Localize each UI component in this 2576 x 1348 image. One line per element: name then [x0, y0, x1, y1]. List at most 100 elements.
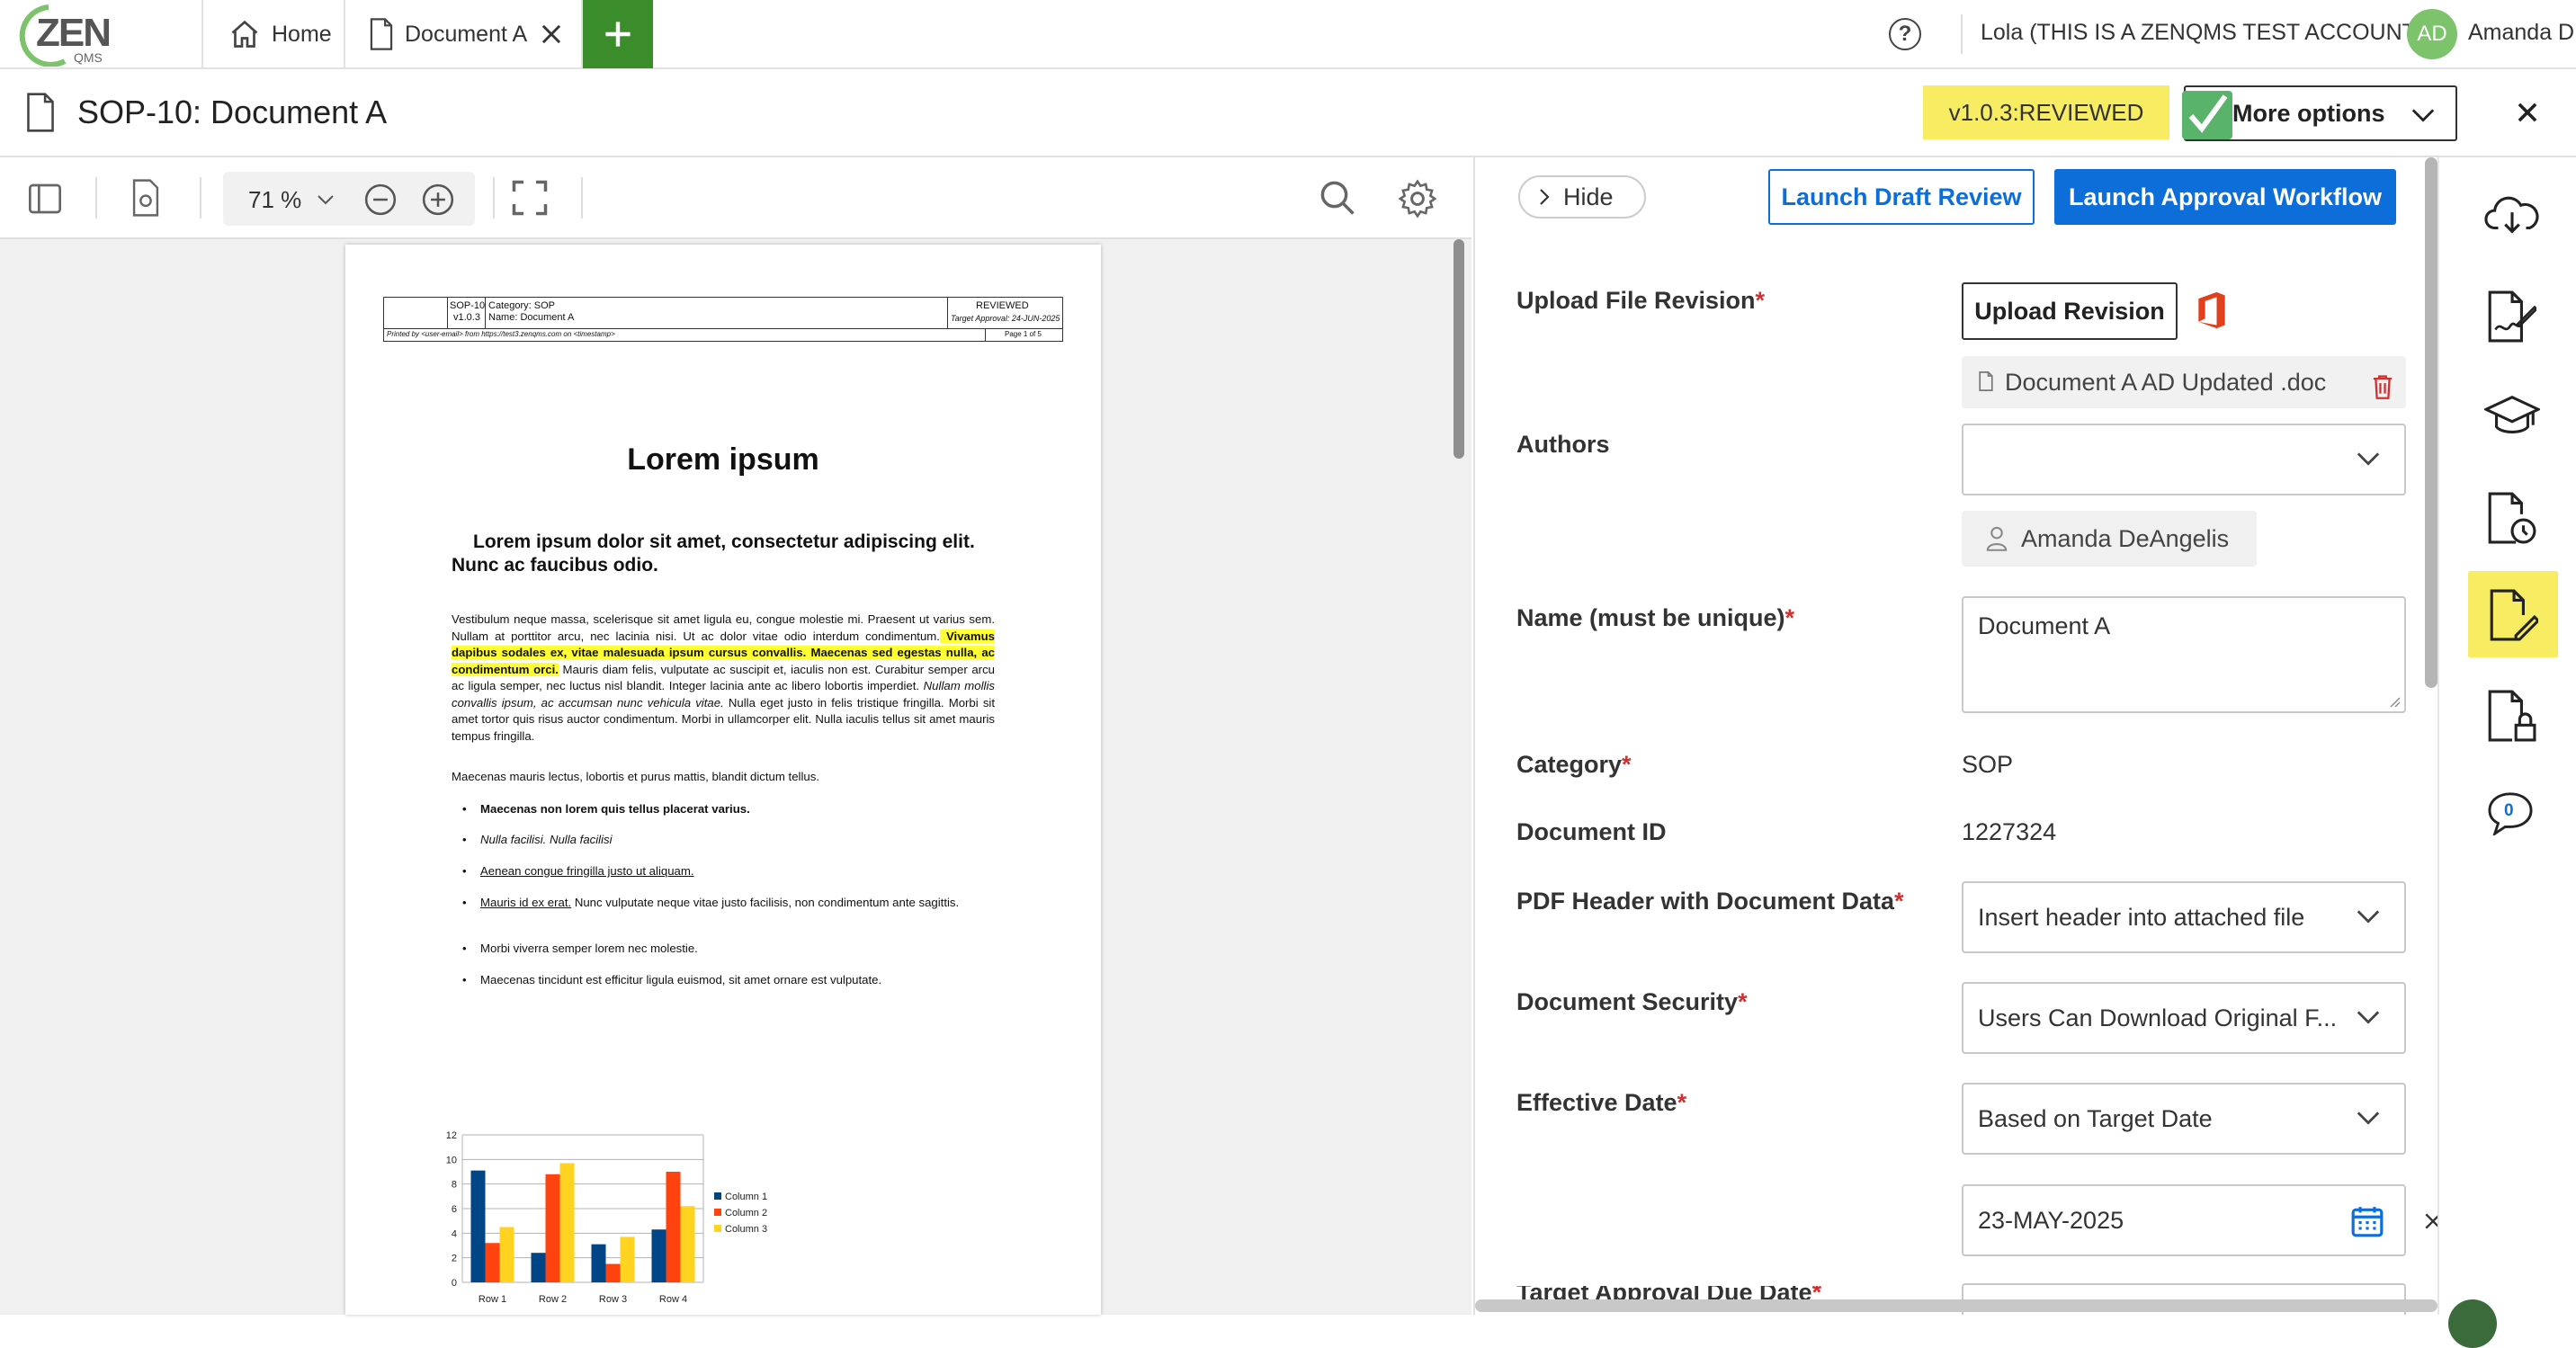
- date-input[interactable]: 23-MAY-2025: [1962, 1184, 2406, 1256]
- zoom-control: 71 %: [223, 172, 475, 226]
- chart-x-tick-label: Row 1: [479, 1294, 506, 1305]
- pdf-bullet: • Mauris id ex erat. Nunc vulputate neque…: [462, 896, 960, 909]
- name-textarea[interactable]: Document A: [1962, 596, 2406, 713]
- pdf-header-select[interactable]: Insert header into attached file: [1962, 881, 2406, 953]
- gear-icon[interactable]: [1398, 179, 1437, 219]
- pdf-header-version: v1.0.3: [453, 312, 480, 323]
- chart-y-tick-label: 10: [446, 1155, 457, 1165]
- panel-scrollbar-thumb[interactable]: [2425, 157, 2437, 688]
- chevron-down-icon: [2357, 910, 2380, 924]
- pdf-header-table: SOP-10 v1.0.3 Category: SOP Name: Docume…: [383, 297, 1063, 342]
- floating-action-partial[interactable]: [2448, 1299, 2497, 1348]
- pdf-header-category: Category: SOP: [488, 300, 555, 311]
- pdf-bullet: • Maecenas tincidunt est efficitur ligula…: [462, 973, 882, 986]
- button-label: Launch Draft Review: [1781, 183, 2022, 210]
- category-label: Category*: [1516, 751, 1632, 778]
- chart-bar: [605, 1263, 621, 1282]
- tab-label: Home: [272, 21, 332, 47]
- hide-button[interactable]: Hide: [1518, 175, 1646, 219]
- button-label: Upload Revision: [1974, 297, 2165, 325]
- zenqms-logo[interactable]: ZEN QMS: [11, 2, 112, 67]
- divider: [493, 177, 495, 219]
- chart-y-tick-label: 2: [452, 1254, 457, 1264]
- chevron-down-icon: [2357, 1011, 2380, 1024]
- chevron-down-icon[interactable]: [317, 193, 335, 206]
- zoom-level[interactable]: 71 %: [248, 186, 301, 214]
- pdf-bullet: • Nulla facilisi. Nulla facilisi: [462, 833, 613, 846]
- close-tab-icon[interactable]: [540, 22, 563, 46]
- tab-home[interactable]: Home: [201, 0, 345, 68]
- viewer-scrollbar-thumb[interactable]: [1453, 239, 1464, 459]
- divider: [95, 177, 97, 219]
- trash-icon[interactable]: [2371, 374, 2394, 399]
- tab-document-a[interactable]: Document A: [345, 0, 583, 68]
- file-icon: [1979, 371, 1993, 391]
- pdf-header-id: SOP-10: [450, 300, 486, 311]
- chevron-down-icon: [2357, 1111, 2380, 1125]
- pdf-subheading: Lorem ipsum dolor sit amet, consectetur …: [452, 531, 975, 576]
- launch-approval-workflow-button[interactable]: Launch Approval Workflow: [2054, 169, 2396, 225]
- new-tab-button[interactable]: [583, 0, 653, 68]
- viewer-toolbar: 71 %: [0, 157, 1471, 239]
- office-icon[interactable]: [2195, 290, 2229, 330]
- chart-y-tick-label: 6: [452, 1204, 457, 1215]
- name-label: Name (must be unique)*: [1516, 604, 1795, 631]
- calendar-icon[interactable]: [2350, 1204, 2384, 1238]
- chart-y-tick-label: 4: [452, 1228, 457, 1239]
- avatar[interactable]: AD: [2407, 9, 2457, 59]
- resize-handle-icon[interactable]: [2388, 695, 2401, 708]
- chart-legend-label: Column 3: [725, 1224, 767, 1235]
- document-history-icon[interactable]: [2484, 492, 2536, 544]
- name-value: Document A: [1978, 612, 2111, 639]
- authors-select[interactable]: [1962, 424, 2406, 495]
- chart-legend-label: Column 1: [725, 1192, 767, 1202]
- chart-bar: [470, 1170, 486, 1282]
- check-icon: [2182, 91, 2232, 139]
- document-security-select[interactable]: Users Can Download Original F...: [1962, 982, 2406, 1054]
- document-details-panel: Hide Launch Draft Review Launch Approval…: [1473, 157, 2441, 1315]
- attached-file-chip[interactable]: Document A AD Updated .doc: [1962, 356, 2406, 408]
- effective-date-select[interactable]: Based on Target Date: [1962, 1083, 2406, 1155]
- avatar-initials: AD: [2417, 22, 2447, 46]
- help-icon[interactable]: ?: [1889, 18, 1921, 50]
- chart-legend-label: Column 2: [725, 1208, 767, 1219]
- upload-revision-button[interactable]: Upload Revision: [1962, 282, 2178, 340]
- user-name[interactable]: Amanda D: [2468, 20, 2574, 46]
- pdf-bullet: • Maecenas non lorem quis tellus placerat…: [462, 802, 750, 816]
- pdf-header-page: Page 1 of 5: [1005, 330, 1042, 338]
- author-chip[interactable]: Amanda DeAngelis: [1962, 511, 2257, 567]
- chevron-down-icon: [2411, 109, 2435, 122]
- document-edit-tab[interactable]: [2468, 571, 2558, 657]
- comments-button[interactable]: 0: [2486, 790, 2535, 835]
- chart-bar: [485, 1243, 500, 1282]
- chart-bar: [499, 1227, 514, 1282]
- chart-legend-swatch: [714, 1209, 721, 1216]
- cloud-download-icon[interactable]: [2484, 192, 2540, 237]
- graduation-cap-icon[interactable]: [2484, 393, 2540, 440]
- sidebar-toggle-icon[interactable]: [27, 181, 63, 217]
- panel-horizontal-scrollbar[interactable]: [1475, 1299, 2437, 1312]
- top-navigation-bar: ZEN QMS Home Document A ? Lola (THIS IS …: [0, 0, 2576, 69]
- page-title: SOP-10: Document A: [77, 94, 388, 130]
- search-icon[interactable]: [1319, 179, 1356, 217]
- close-icon[interactable]: [2516, 101, 2539, 124]
- date-value: 23-MAY-2025: [1978, 1206, 2124, 1234]
- document-icon: [370, 18, 393, 50]
- more-options-dropdown[interactable]: More options: [2182, 85, 2457, 141]
- hide-label: Hide: [1563, 183, 1614, 210]
- document-lock-icon[interactable]: [2484, 690, 2536, 742]
- divider: [200, 177, 201, 219]
- chart-y-tick-label: 0: [452, 1278, 457, 1289]
- account-name[interactable]: Lola (THIS IS A ZENQMS TEST ACCOUNT): [1981, 20, 2423, 46]
- pdf-bullet: • Morbi viverra semper lorem nec molestie…: [462, 942, 698, 955]
- zoom-in-icon[interactable]: [421, 183, 455, 217]
- pdf-viewer[interactable]: SOP-10 v1.0.3 Category: SOP Name: Docume…: [0, 239, 1471, 1315]
- chart-bar: [545, 1174, 560, 1282]
- launch-draft-review-button[interactable]: Launch Draft Review: [1768, 169, 2035, 225]
- zoom-out-icon[interactable]: [363, 183, 398, 217]
- chart-x-tick-label: Row 3: [599, 1294, 627, 1305]
- document-settings-icon[interactable]: [130, 179, 162, 217]
- chart-bar: [666, 1172, 681, 1282]
- document-signature-icon[interactable]: [2484, 290, 2536, 343]
- fullscreen-icon[interactable]: [511, 179, 549, 217]
